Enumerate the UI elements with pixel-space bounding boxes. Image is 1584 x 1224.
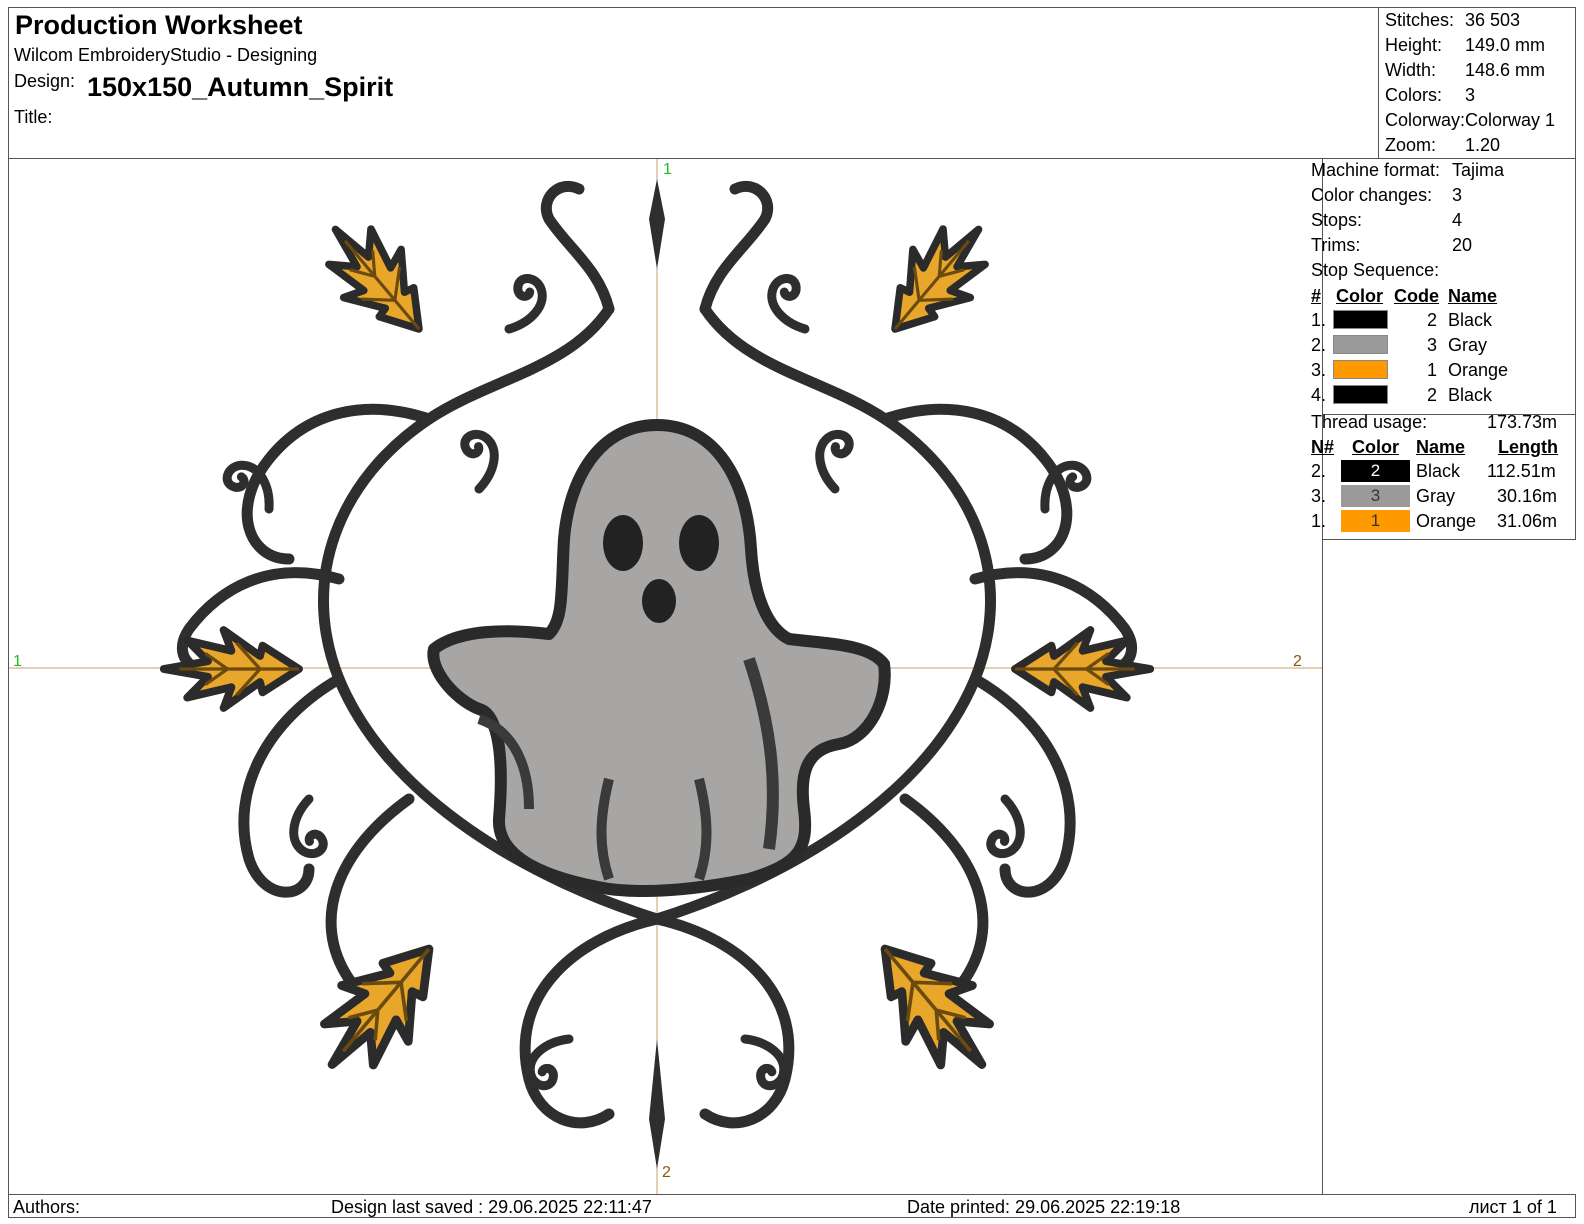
thread-header-length: Length (1498, 437, 1558, 457)
design-stats-panel: Stitches: 36 503 Height: 149.0 mm Width:… (1378, 7, 1576, 159)
stop-header-code: Code (1394, 286, 1439, 306)
machine-format-label: Machine format: (1311, 160, 1441, 180)
top-finial (649, 179, 665, 269)
stop-code: 2 (1427, 385, 1438, 405)
stop-code: 2 (1427, 310, 1438, 330)
worksheet-footer: Authors: Design last saved : 29.06.2025 … (8, 1194, 1576, 1218)
thread-usage-panel: Thread usage: 173.73m N# Color Name Leng… (1311, 412, 1576, 540)
thread-header-num: N# (1311, 437, 1335, 457)
date-printed: Date printed: 29.06.2025 22:19:18 (907, 1197, 1181, 1217)
thread-length: 31.06m (1497, 511, 1558, 531)
thread-length: 30.16m (1497, 486, 1558, 506)
thread-color-swatch: 1 (1341, 510, 1410, 532)
stat-label: Stitches: (1385, 10, 1455, 30)
ghost-mouth (642, 579, 676, 623)
design-preview: 1 1 2 2 (8, 158, 1323, 1195)
thread-header-name: Name (1416, 437, 1466, 457)
stat-value: 148.6 mm (1465, 60, 1546, 80)
thread-name: Black (1416, 461, 1461, 481)
machine-format-value: Tajima (1452, 160, 1505, 180)
stat-value: 1.20 (1465, 135, 1501, 155)
stop-color-swatch (1333, 360, 1388, 379)
stat-value: 149.0 mm (1465, 35, 1546, 55)
ghost-figure (427, 419, 891, 897)
stop-num: 4. (1311, 385, 1327, 405)
thread-num: 2. (1311, 461, 1327, 481)
trims-value: 20 (1452, 235, 1473, 255)
last-saved: Design last saved : 29.06.2025 22:11:47 (331, 1197, 652, 1217)
title-label: Title: (14, 107, 53, 127)
marker-left: 1 (13, 653, 22, 670)
stat-value: 3 (1465, 85, 1476, 105)
stop-color-swatch (1333, 335, 1388, 354)
stop-name: Black (1448, 385, 1493, 405)
thread-usage-value: 173.73m (1487, 412, 1558, 432)
stop-code: 3 (1427, 335, 1438, 355)
design-name: 150x150_Autumn_Spirit (87, 72, 394, 102)
worksheet-title: Production Worksheet (15, 10, 303, 40)
design-label: Design: (14, 71, 76, 91)
stop-name: Black (1448, 310, 1493, 330)
ghost-right-eye (679, 515, 719, 571)
application-name: Wilcom EmbroideryStudio - Designing (14, 45, 318, 65)
stop-name: Orange (1448, 360, 1509, 380)
stat-value: Colorway 1 (1465, 110, 1556, 130)
stops-value: 4 (1452, 210, 1463, 230)
thread-name: Orange (1416, 511, 1477, 531)
stop-color-swatch (1333, 385, 1388, 404)
stop-num: 3. (1311, 360, 1327, 380)
color-changes-label: Color changes: (1311, 185, 1433, 205)
worksheet-header: Production Worksheet Wilcom EmbroiderySt… (8, 7, 1379, 159)
authors-label: Authors: (13, 1197, 81, 1217)
stat-label: Width: (1385, 60, 1437, 80)
stop-sequence-label: Stop Sequence: (1311, 260, 1440, 280)
marker-top: 1 (663, 161, 672, 178)
thread-color-swatch: 3 (1341, 485, 1410, 507)
stat-value: 36 503 (1465, 10, 1521, 30)
thread-color-swatch: 2 (1341, 460, 1410, 482)
color-changes-value: 3 (1452, 185, 1463, 205)
thread-num: 1. (1311, 511, 1327, 531)
stat-label: Colorway: (1385, 110, 1466, 130)
marker-right: 2 (1293, 653, 1302, 670)
stop-num: 1. (1311, 310, 1327, 330)
thread-usage-label: Thread usage: (1311, 412, 1428, 432)
stop-header-color: Color (1336, 286, 1383, 306)
thread-name: Gray (1416, 486, 1456, 506)
stop-color-swatch (1333, 310, 1388, 329)
thread-header-color: Color (1352, 437, 1399, 457)
bottom-finial (649, 1039, 665, 1169)
marker-bottom: 2 (662, 1164, 671, 1181)
thread-num: 3. (1311, 486, 1327, 506)
stat-label: Colors: (1385, 85, 1443, 105)
thread-length: 112.51m (1487, 461, 1556, 481)
stop-header-name: Name (1448, 286, 1498, 306)
stop-header-num: # (1311, 286, 1322, 306)
ghost-left-eye (603, 515, 643, 571)
stop-code: 1 (1427, 360, 1438, 380)
stop-num: 2. (1311, 335, 1327, 355)
page-number: лист 1 of 1 (1469, 1197, 1557, 1217)
stops-label: Stops: (1311, 210, 1363, 230)
stat-label: Zoom: (1385, 135, 1437, 155)
machine-panel: Machine format: Tajima Color changes: 3 … (1311, 158, 1576, 415)
stop-name: Gray (1448, 335, 1488, 355)
stat-label: Height: (1385, 35, 1443, 55)
embroidery-artwork: 1 1 2 2 (9, 159, 1322, 1194)
trims-label: Trims: (1311, 235, 1361, 255)
